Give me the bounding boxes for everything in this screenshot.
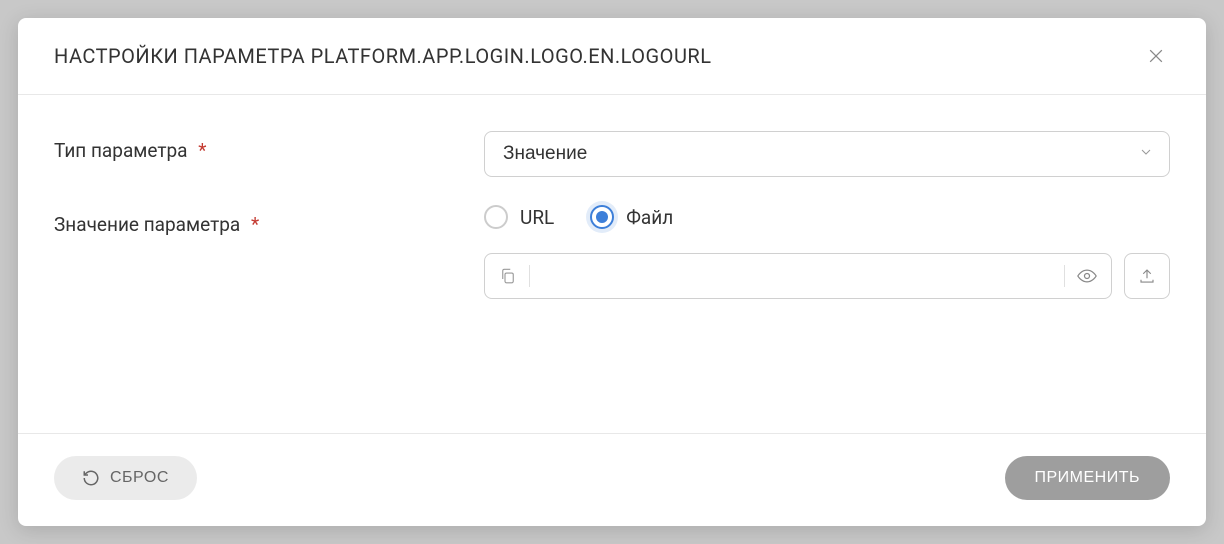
radio-url-circle	[484, 205, 508, 229]
param-type-select[interactable]: Значение	[484, 131, 1170, 177]
apply-button[interactable]: ПРИМЕНИТЬ	[1005, 456, 1171, 500]
param-type-label: Тип параметра *	[54, 131, 484, 162]
required-asterisk: *	[198, 139, 206, 162]
upload-button[interactable]	[1124, 253, 1170, 299]
radio-file[interactable]: Файл	[590, 205, 673, 229]
radio-file-label: Файл	[626, 206, 673, 229]
settings-modal: НАСТРОЙКИ ПАРАМЕТРА PLATFORM.APP.LOGIN.L…	[18, 18, 1206, 526]
close-button[interactable]	[1142, 42, 1170, 70]
radio-url[interactable]: URL	[484, 205, 554, 229]
value-type-radio-group: URL Файл	[484, 205, 1170, 229]
eye-icon[interactable]	[1077, 266, 1097, 286]
file-input[interactable]	[542, 266, 1052, 287]
copy-icon[interactable]	[499, 267, 517, 285]
modal-header: НАСТРОЙКИ ПАРАМЕТРА PLATFORM.APP.LOGIN.L…	[18, 18, 1206, 95]
param-type-select-wrapper: Значение	[484, 131, 1170, 177]
divider	[1064, 265, 1065, 287]
param-value-row: Значение параметра * URL Файл	[54, 205, 1170, 299]
param-type-control: Значение	[484, 131, 1170, 177]
upload-icon	[1138, 267, 1156, 285]
param-type-row: Тип параметра * Значение	[54, 131, 1170, 177]
reset-button-label: СБРОС	[110, 469, 169, 487]
divider	[529, 265, 530, 287]
param-value-label: Значение параметра *	[54, 205, 484, 236]
radio-file-circle	[590, 205, 614, 229]
apply-button-label: ПРИМЕНИТЬ	[1035, 469, 1141, 487]
param-type-label-text: Тип параметра	[54, 139, 187, 162]
param-value-label-text: Значение параметра	[54, 213, 240, 236]
param-value-control: URL Файл	[484, 205, 1170, 299]
close-icon	[1146, 46, 1166, 66]
modal-footer: СБРОС ПРИМЕНИТЬ	[18, 433, 1206, 526]
radio-url-label: URL	[520, 206, 554, 229]
required-asterisk: *	[251, 213, 259, 236]
file-input-box	[484, 253, 1112, 299]
modal-title: НАСТРОЙКИ ПАРАМЕТРА PLATFORM.APP.LOGIN.L…	[54, 44, 712, 68]
refresh-icon	[82, 469, 100, 487]
reset-button[interactable]: СБРОС	[54, 456, 197, 500]
file-input-row	[484, 253, 1170, 299]
modal-body: Тип параметра * Значение Значение параме…	[18, 95, 1206, 433]
